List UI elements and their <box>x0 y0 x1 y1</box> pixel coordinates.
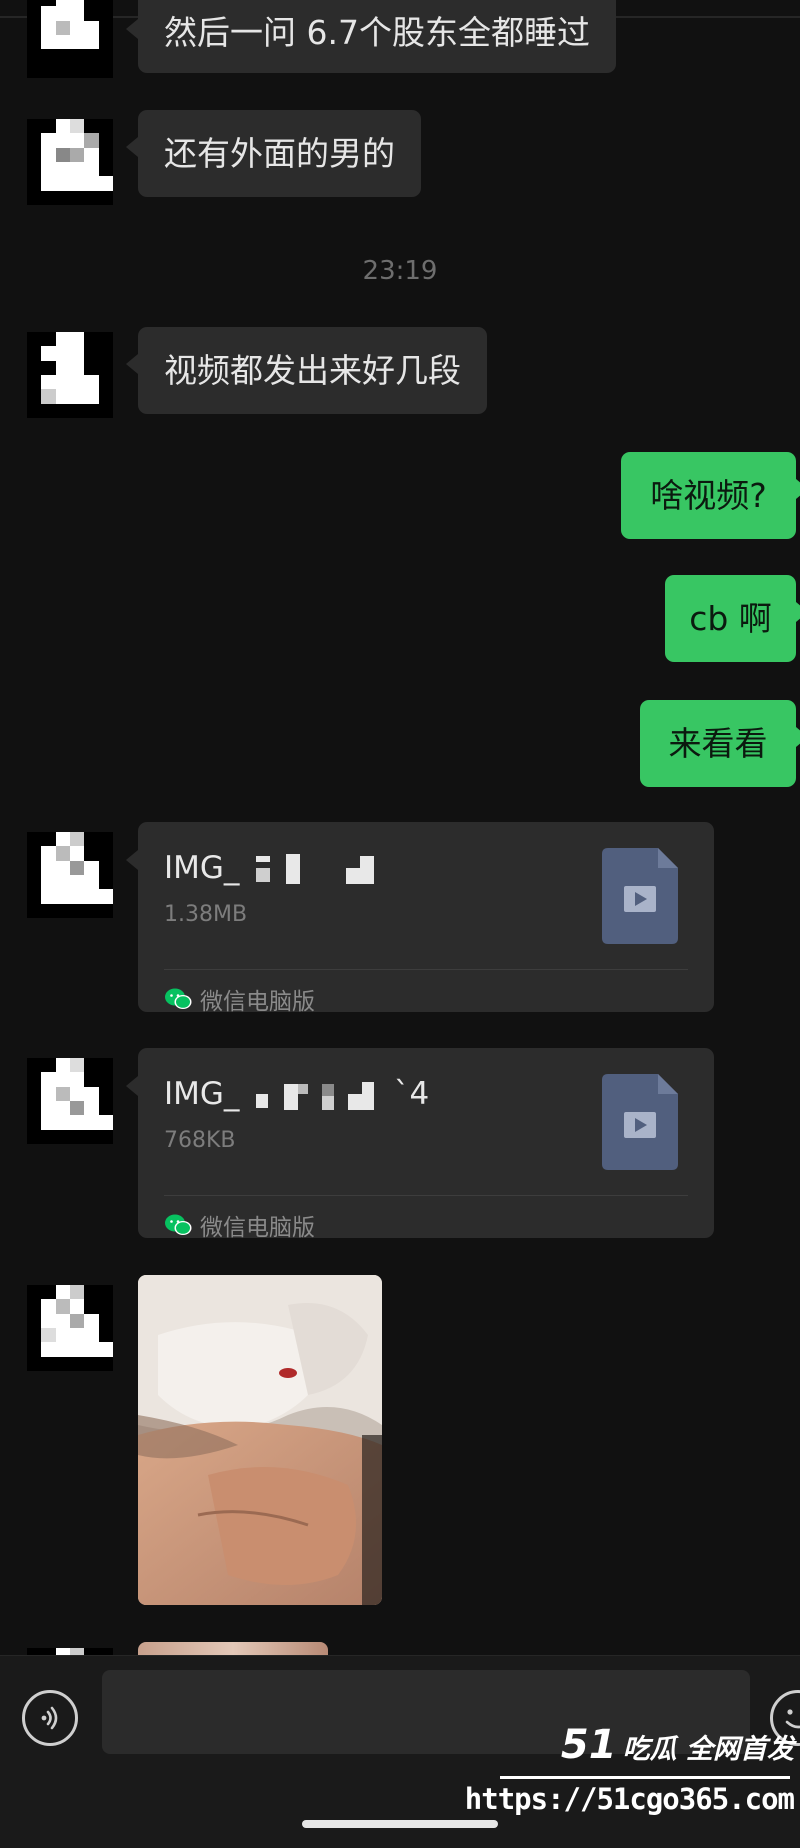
site-watermark: 51 吃瓜 全网首发 https://51cgo365.com <box>465 1722 795 1822</box>
contact-avatar[interactable] <box>27 832 113 918</box>
contact-avatar[interactable] <box>27 1285 113 1371</box>
chat-screen: 然后一问 6.7个股东全都睡过 还有外面的男的 23:19 视频都发出来好几段 … <box>0 0 800 1848</box>
voice-icon <box>41 1706 58 1730</box>
message-bubble-outgoing[interactable]: 来看看 <box>640 700 800 787</box>
file-source: 微信电脑版 <box>164 1208 315 1242</box>
file-source: 微信电脑版 <box>164 982 315 1016</box>
watermark-brand-number: 51 <box>560 1722 617 1768</box>
message-text: cb 啊 <box>689 599 772 638</box>
home-indicator[interactable] <box>302 1820 498 1828</box>
video-file-icon <box>602 848 678 944</box>
watermark-underline <box>500 1776 790 1779</box>
file-name-mosaic <box>256 1082 374 1110</box>
file-card-divider <box>164 1195 688 1196</box>
watermark-url: https://51cgo365.com <box>464 1782 795 1816</box>
message-text: 视频都发出来好几段 <box>164 351 461 390</box>
file-name: IMG_ <box>164 1076 240 1112</box>
contact-avatar[interactable] <box>27 0 113 78</box>
wechat-icon <box>165 988 192 1009</box>
message-text: 来看看 <box>668 724 768 763</box>
file-message-card[interactable]: IMG_ `4 768KB 微信电脑版 <box>126 1048 714 1241</box>
message-bubble[interactable]: 视频都发出来好几段 <box>126 327 487 414</box>
file-message-card[interactable]: IMG_ 1.38MB 微信电脑版 <box>126 822 714 1015</box>
contact-avatar[interactable] <box>27 119 113 205</box>
message-text: 还有外面的男的 <box>164 134 395 173</box>
message-text: 啥视频? <box>650 476 767 515</box>
file-source-label: 微信电脑版 <box>200 1215 315 1241</box>
file-name-suffix: `4 <box>394 1076 430 1112</box>
message-bubble[interactable]: 还有外面的男的 <box>126 110 421 197</box>
message-timestamp: 23:19 <box>362 256 438 286</box>
file-name-mosaic <box>256 854 374 884</box>
file-card-divider <box>164 969 688 970</box>
message-bubble[interactable]: 然后一问 6.7个股东全都睡过 <box>126 0 616 73</box>
file-size: 1.38MB <box>164 902 248 927</box>
video-file-icon <box>602 1074 678 1170</box>
file-size: 768KB <box>164 1128 236 1153</box>
watermark-brand-text: 吃瓜 全网首发 <box>622 1734 794 1765</box>
message-bubble-outgoing[interactable]: cb 啊 <box>665 575 800 662</box>
contact-avatar[interactable] <box>27 332 113 418</box>
wechat-icon <box>165 1214 192 1235</box>
file-source-label: 微信电脑版 <box>200 989 315 1015</box>
voice-button[interactable] <box>22 1690 78 1746</box>
contact-avatar[interactable] <box>27 1058 113 1144</box>
file-name: IMG_ <box>164 850 240 886</box>
image-message[interactable] <box>138 1275 382 1605</box>
photo-content <box>138 1275 382 1605</box>
message-text: 然后一问 6.7个股东全都睡过 <box>164 13 590 52</box>
message-bubble-outgoing[interactable]: 啥视频? <box>621 452 800 539</box>
watermark-brand: 51 吃瓜 全网首发 <box>561 1722 794 1768</box>
